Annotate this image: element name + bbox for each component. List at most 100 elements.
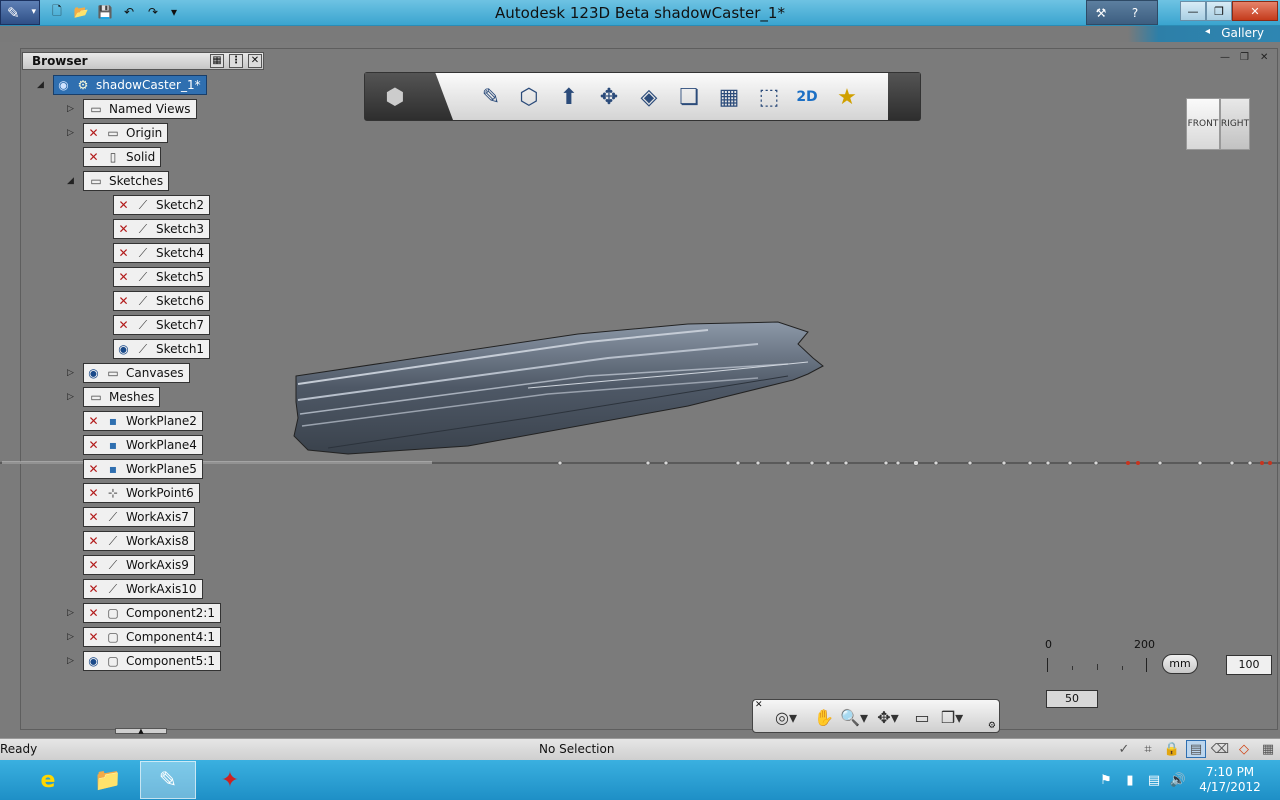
- hidden-visibility-icon[interactable]: ✕: [84, 437, 103, 454]
- file-explorer-button[interactable]: 📁: [80, 761, 136, 799]
- viewcube[interactable]: FRONT RIGHT: [1186, 98, 1252, 154]
- tree-node[interactable]: ✕ ⟋ Sketch7: [113, 315, 211, 335]
- grid-snap-button[interactable]: ⌗: [1138, 740, 1158, 758]
- layout-button[interactable]: ▦: [1258, 740, 1278, 758]
- tree-expander[interactable]: ▷: [67, 392, 77, 402]
- action-center-icon[interactable]: ⚑: [1096, 771, 1116, 789]
- hidden-visibility-icon[interactable]: ✕: [114, 317, 133, 334]
- visual-style-button[interactable]: ▤: [1186, 740, 1206, 758]
- tree-expander[interactable]: ▷: [67, 608, 77, 618]
- materials-button[interactable]: ⌫: [1210, 740, 1230, 758]
- help-button[interactable]: ?: [1125, 4, 1145, 22]
- view-mode-button[interactable]: ❒▾: [937, 706, 967, 728]
- navbar-settings-icon[interactable]: ⚙: [988, 721, 996, 731]
- browser-pin-button[interactable]: ⋮: [229, 54, 243, 68]
- tree-node[interactable]: ✕ ⟋ Sketch6: [113, 291, 211, 311]
- hidden-visibility-icon[interactable]: ✕: [84, 125, 103, 142]
- tree-node[interactable]: ✕ ⟋ Sketch5: [113, 267, 211, 287]
- browser-collapse-handle[interactable]: ▲: [115, 728, 167, 735]
- grid-spacing-field[interactable]: 50: [1046, 690, 1098, 708]
- maximize-button[interactable]: ❐: [1206, 1, 1232, 21]
- tree-node[interactable]: ✕ ▢ Component4:1: [83, 627, 221, 647]
- game-app-button[interactable]: ✦: [202, 761, 258, 799]
- viewport-minimize-button[interactable]: —: [1220, 52, 1230, 63]
- tree-node[interactable]: ✕ ⟋ Sketch3: [113, 219, 211, 239]
- hidden-visibility-icon[interactable]: ✕: [84, 461, 103, 478]
- tree-expander[interactable]: ▷: [67, 656, 77, 666]
- hidden-visibility-icon[interactable]: ✕: [84, 581, 103, 598]
- viewport-maximize-button[interactable]: ❐: [1240, 52, 1249, 63]
- power-icon[interactable]: ▮: [1120, 771, 1140, 789]
- zoom-button[interactable]: 🔍▾: [839, 706, 869, 728]
- combine-button[interactable]: ❏: [673, 82, 705, 112]
- sketch-button[interactable]: ✎: [475, 82, 507, 112]
- tree-node[interactable]: ✕ ▪ WorkPlane5: [83, 459, 203, 479]
- hidden-visibility-icon[interactable]: ✕: [114, 269, 133, 286]
- scale-value-field[interactable]: 100: [1226, 655, 1272, 675]
- transform-button[interactable]: ✥: [593, 82, 625, 112]
- material-button[interactable]: ★: [831, 82, 863, 112]
- tree-node[interactable]: ✕ ▯ Solid: [83, 147, 162, 167]
- tree-node[interactable]: ✕ ▢ Component2:1: [83, 603, 221, 623]
- tree-node[interactable]: ✕ ⟋ Sketch2: [113, 195, 211, 215]
- tree-node[interactable]: ✕ ⟋ WorkAxis10: [83, 579, 203, 599]
- tree-expander[interactable]: ◢: [67, 176, 77, 186]
- tree-node[interactable]: ✕ ⟋ WorkAxis8: [83, 531, 195, 551]
- hidden-visibility-icon[interactable]: ✕: [84, 485, 103, 502]
- 2d-drawing-button[interactable]: 2D: [791, 82, 823, 112]
- tree-node[interactable]: ✕ ▭ Origin: [83, 123, 169, 143]
- hidden-visibility-icon[interactable]: ✕: [84, 413, 103, 430]
- tree-node[interactable]: ✕ ▪ WorkPlane4: [83, 435, 203, 455]
- browser-close-button[interactable]: ✕: [248, 54, 262, 68]
- sign-in-button[interactable]: ⚒: [1091, 4, 1111, 22]
- close-button[interactable]: ✕: [1232, 1, 1278, 21]
- tree-node[interactable]: ✕ ⟋ Sketch4: [113, 243, 211, 263]
- minimize-button[interactable]: —: [1180, 1, 1206, 21]
- viewcube-right-face[interactable]: RIGHT: [1220, 98, 1250, 150]
- network-icon[interactable]: ▤: [1144, 771, 1164, 789]
- construct-button[interactable]: ⬡: [513, 82, 545, 112]
- tree-node[interactable]: ✕ ⟋ WorkAxis9: [83, 555, 195, 575]
- tree-node[interactable]: ◉ ▢ Component5:1: [83, 651, 221, 671]
- pan-button[interactable]: ✋: [809, 706, 839, 728]
- tree-node[interactable]: ▭ Meshes: [83, 387, 161, 407]
- system-clock[interactable]: 7:10 PM 4/17/2012: [1196, 765, 1264, 795]
- hidden-visibility-icon[interactable]: ✕: [84, 605, 103, 622]
- snap-button[interactable]: ✓: [1114, 740, 1134, 758]
- hidden-visibility-icon[interactable]: ✕: [114, 221, 133, 238]
- tree-expander[interactable]: ▷: [67, 632, 77, 642]
- hidden-visibility-icon[interactable]: ✕: [114, 197, 133, 214]
- eye-icon[interactable]: ◉: [114, 341, 133, 358]
- viewport-close-button[interactable]: ✕: [1260, 52, 1268, 63]
- tree-expander[interactable]: ▷: [67, 104, 77, 114]
- hidden-visibility-icon[interactable]: ✕: [84, 533, 103, 550]
- navbar-close-icon[interactable]: ✕: [755, 700, 763, 710]
- modify-button[interactable]: ⬆: [553, 82, 585, 112]
- tree-node[interactable]: ◉ ⚙ shadowCaster_1*: [53, 75, 207, 95]
- orbit-button[interactable]: ✥▾: [873, 706, 903, 728]
- browser-options-button[interactable]: ▦: [210, 54, 224, 68]
- tree-node[interactable]: ✕ ▪ WorkPlane2: [83, 411, 203, 431]
- measure-button[interactable]: ◈: [633, 82, 665, 112]
- tree-node[interactable]: ▭ Named Views: [83, 99, 197, 119]
- hidden-visibility-icon[interactable]: ✕: [84, 557, 103, 574]
- group-button[interactable]: ⬚: [753, 82, 785, 112]
- primitives-button[interactable]: ⬢: [379, 82, 411, 112]
- hidden-visibility-icon[interactable]: ✕: [84, 629, 103, 646]
- viewcube-front-face[interactable]: FRONT: [1186, 98, 1220, 150]
- pattern-button[interactable]: ▦: [713, 82, 745, 112]
- tree-node[interactable]: ✕ ⟋ WorkAxis7: [83, 507, 195, 527]
- hidden-visibility-icon[interactable]: ✕: [114, 293, 133, 310]
- tree-expander[interactable]: ◢: [37, 80, 47, 90]
- eye-icon[interactable]: ◉: [54, 77, 73, 94]
- gallery-toggle[interactable]: ◂ Gallery: [1128, 26, 1280, 42]
- hidden-visibility-icon[interactable]: ✕: [114, 245, 133, 262]
- eye-icon[interactable]: ◉: [84, 365, 103, 382]
- volume-icon[interactable]: 🔊: [1168, 771, 1188, 789]
- steering-wheel-button[interactable]: ◎▾: [771, 706, 801, 728]
- orbit-center-button[interactable]: ◇: [1234, 740, 1254, 758]
- look-at-button[interactable]: ▭: [907, 706, 937, 728]
- hidden-visibility-icon[interactable]: ✕: [84, 509, 103, 526]
- lock-button[interactable]: 🔒: [1162, 740, 1182, 758]
- internet-explorer-button[interactable]: e: [20, 761, 76, 799]
